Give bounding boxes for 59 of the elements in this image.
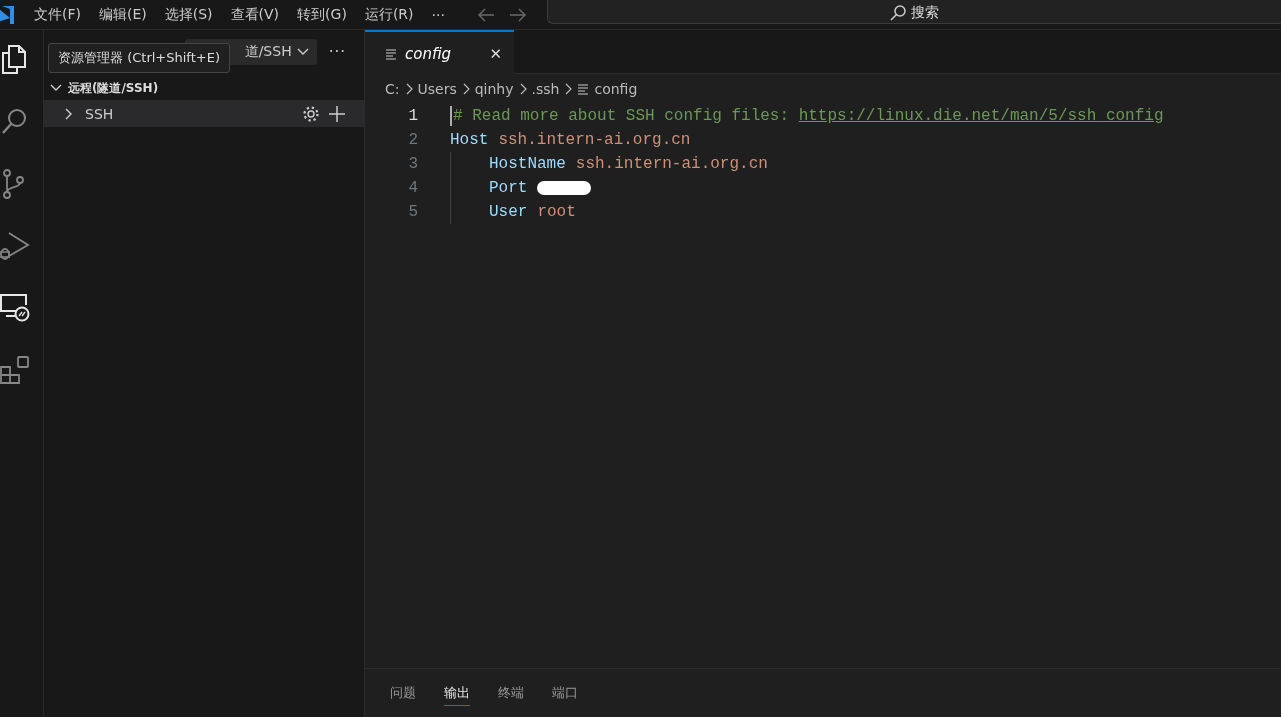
chevron-right-icon — [518, 83, 527, 95]
code-keyword: Port — [489, 179, 528, 197]
source-control-icon[interactable] — [0, 168, 26, 200]
app-logo-icon — [0, 5, 14, 24]
tree-item[interactable]: SSH — [44, 100, 364, 127]
tooltip: 资源管理器 (Ctrl+Shift+E) — [48, 43, 230, 73]
menu-item[interactable]: ··· — [431, 6, 445, 23]
code-value: ssh.intern-ai.org.cn — [498, 131, 691, 149]
search-icon — [889, 4, 908, 22]
breadcrumb-item[interactable]: config — [594, 81, 638, 97]
line-number: 2 — [407, 131, 419, 149]
search-field[interactable]: 搜索 — [546, 0, 1281, 24]
panel-tab[interactable]: 终端 — [498, 680, 524, 706]
remote-explorer-icon[interactable] — [0, 293, 30, 323]
line-number: 3 — [407, 155, 419, 173]
text-file-icon — [577, 83, 590, 95]
code-value: root — [537, 203, 576, 221]
text-cursor — [450, 106, 452, 126]
section-title: 远程(隧道/SSH) — [68, 79, 159, 97]
settings-icon[interactable] — [302, 104, 320, 123]
menu-item[interactable]: 查看(V) — [230, 5, 280, 24]
menu-item[interactable]: 运行(R) — [364, 5, 414, 24]
menu-item[interactable]: 文件(F) — [34, 5, 81, 24]
code-keyword: Host — [450, 131, 489, 149]
chevron-right-icon — [564, 83, 573, 95]
run-debug-icon[interactable] — [0, 230, 30, 262]
panel-tab[interactable]: 问题 — [390, 680, 416, 706]
code-keyword: User — [489, 203, 528, 221]
menu-item[interactable]: 选择(S) — [164, 5, 213, 24]
chevron-down-icon — [296, 48, 309, 56]
breadcrumb-item[interactable]: qinhy — [474, 81, 514, 97]
forward-arrow-icon[interactable] — [508, 7, 527, 22]
files-icon[interactable] — [0, 44, 28, 76]
extensions-icon[interactable] — [0, 355, 30, 385]
code-comment: # Read more about SSH config files: — [453, 107, 791, 125]
menu-item[interactable]: 编辑(E) — [99, 5, 147, 24]
breadcrumb-item[interactable]: Users — [417, 81, 457, 97]
panel-tab[interactable]: 输出 — [444, 680, 470, 706]
breadcrumb-item[interactable]: C: — [385, 81, 400, 97]
line-number: 1 — [407, 107, 419, 125]
line-number: 4 — [407, 179, 419, 197]
editor-tab[interactable]: config ✕ — [365, 30, 514, 75]
section-header[interactable]: 远程(隧道/SSH) — [44, 76, 364, 100]
more-actions-button[interactable]: ··· — [328, 43, 346, 61]
text-file-icon — [385, 47, 397, 60]
panel-tab[interactable]: 端口 — [552, 680, 578, 706]
code-value: ssh.intern-ai.org.cn — [575, 155, 768, 173]
add-icon[interactable] — [328, 104, 346, 123]
breadcrumb-item[interactable]: .ssh — [531, 81, 560, 97]
code-keyword: HostName — [489, 155, 566, 173]
code-link[interactable]: https://linux.die.net/man/5/ssh_config — [798, 107, 1164, 125]
chevron-right-icon — [461, 83, 470, 95]
menu-item[interactable]: 转到(G) — [297, 5, 347, 24]
line-number: 5 — [407, 203, 419, 221]
redaction-mark — [537, 181, 592, 195]
close-button[interactable]: ✕ — [489, 44, 502, 63]
tree-item-label: SSH — [85, 105, 115, 122]
chevron-right-icon — [404, 83, 413, 95]
back-arrow-icon[interactable] — [476, 7, 495, 22]
